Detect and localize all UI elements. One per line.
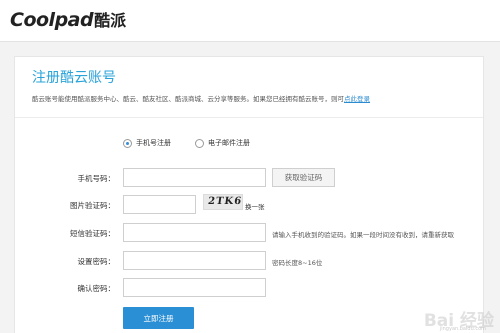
password-hint: 密码长度8~16位 (272, 259, 323, 267)
sms-code-input[interactable] (123, 223, 266, 242)
captcha-label: 图片验证码： (70, 201, 115, 210)
register-by-email-option[interactable]: 电子邮件注册 (195, 138, 250, 148)
get-code-button[interactable]: 获取验证码 (272, 168, 335, 187)
divider (15, 117, 483, 118)
top-bar: Coolpad酷派 (0, 0, 500, 42)
radio-phone-label: 手机号注册 (136, 139, 171, 147)
password-label: 设置密码： (77, 257, 116, 266)
panel-description: 酷云账号能使用酷派服务中心、酷云、酷友社区、酷派商城、云分享等服务。如果您已经拥… (32, 93, 370, 103)
confirm-password-label: 确认密码： (77, 284, 116, 293)
logo-cn-text: 酷派 (94, 11, 127, 30)
login-link[interactable]: 点此登录 (344, 95, 370, 103)
captcha-image[interactable]: 2TK6 (203, 194, 243, 210)
radio-email-label: 电子邮件注册 (208, 139, 250, 147)
coolpad-logo[interactable]: Coolpad酷派 (10, 7, 126, 33)
register-panel: 注册酷云账号 酷云账号能使用酷派服务中心、酷云、酷友社区、酷派商城、云分享等服务… (14, 56, 484, 333)
description-text: 酷云账号能使用酷派服务中心、酷云、酷友社区、酷派商城、云分享等服务。如果您已经拥… (32, 95, 344, 103)
radio-email[interactable] (195, 138, 204, 148)
register-button[interactable]: 立即注册 (123, 307, 194, 329)
register-by-phone-option[interactable]: 手机号注册 (123, 138, 171, 148)
phone-input[interactable] (123, 168, 266, 187)
confirm-password-input[interactable] (123, 278, 266, 297)
captcha-text: 2TK6 (207, 196, 243, 207)
page-title: 注册酷云账号 (32, 70, 116, 86)
baidu-watermark-url: jingyan.baidu.com (439, 326, 486, 332)
logo-text: Coolpad (10, 9, 94, 31)
password-input[interactable] (123, 251, 266, 270)
captcha-input[interactable] (123, 195, 196, 214)
refresh-captcha-link[interactable]: 换一张 (245, 201, 265, 211)
sms-code-label: 短信验证码： (70, 229, 115, 238)
radio-phone[interactable] (123, 138, 132, 148)
phone-label: 手机号码： (77, 174, 116, 183)
sms-hint: 请输入手机收到的验证码。如果一段时间没有收到，请重新获取 (272, 231, 454, 239)
